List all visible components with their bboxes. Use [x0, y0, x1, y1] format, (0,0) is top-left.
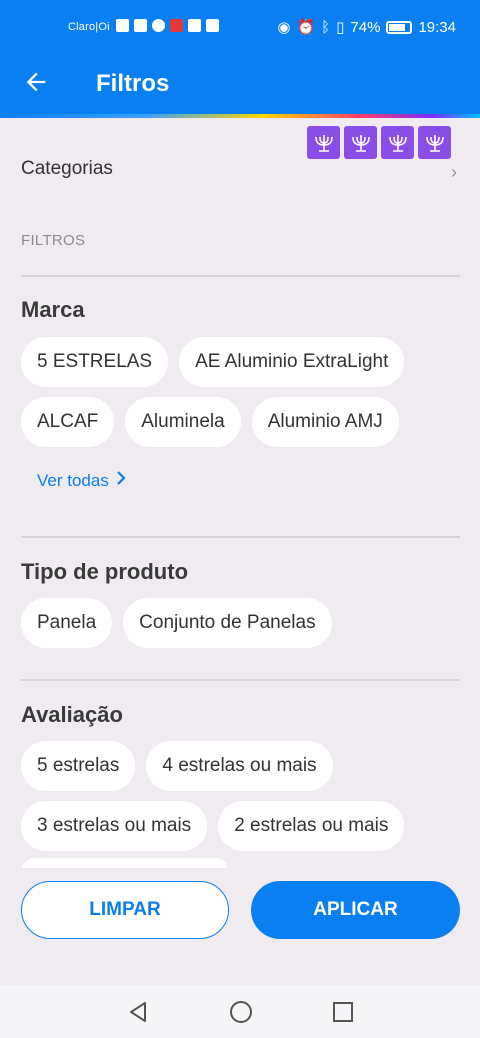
brand-chip[interactable]: ALCAF: [21, 397, 115, 447]
app-bar: Filtros: [0, 56, 480, 116]
menorah-icon: [344, 126, 377, 159]
rating-chip[interactable]: 5 estrelas: [21, 741, 136, 791]
product-type-chip[interactable]: Conjunto de Panelas: [123, 598, 332, 648]
top-bar: Claro|Oi ◉ ⏰ ᛒ ▯ 74% 19:34 Filtros: [0, 0, 480, 118]
sim-icon: [206, 19, 219, 32]
rating-chips-row-1: 5 estrelas 4 estrelas ou mais: [21, 741, 333, 791]
see-all-label: Ver todas: [37, 470, 109, 490]
see-all-brands-link[interactable]: Ver todas: [37, 470, 127, 491]
gallery-icon: [188, 19, 201, 32]
nav-recents-icon[interactable]: [330, 999, 356, 1025]
rating-chip[interactable]: 2 estrelas ou mais: [218, 801, 405, 851]
rating-chip[interactable]: 3 estrelas ou mais: [21, 801, 208, 851]
video-icon: [134, 19, 147, 32]
filters-caption: FILTROS: [21, 232, 86, 249]
clear-button[interactable]: LIMPAR: [21, 881, 229, 939]
rating-chip[interactable]: 4 estrelas ou mais: [146, 741, 333, 791]
notification-icons: [116, 19, 219, 32]
menorah-icon: [381, 126, 414, 159]
system-nav-bar: [0, 985, 480, 1038]
brand-chips-row-1: 5 ESTRELAS AE Aluminio ExtraLight: [21, 337, 405, 387]
apply-button[interactable]: APLICAR: [251, 881, 460, 939]
status-bar: Claro|Oi ◉ ⏰ ᛒ ▯ 74% 19:34: [0, 0, 480, 56]
action-bar: LIMPAR APLICAR: [0, 868, 480, 983]
battery-percent: 74%: [350, 18, 381, 36]
categories-label: Categorias: [21, 158, 113, 179]
categories-row[interactable]: Categorias ›: [21, 158, 461, 188]
mail-app-icon: [170, 19, 183, 32]
rating-chips-row-2: 3 estrelas ou mais 2 estrelas ou mais: [21, 801, 405, 851]
brand-chip[interactable]: AE Aluminio ExtraLight: [179, 337, 405, 387]
arrow-left-icon[interactable]: [22, 68, 54, 100]
nav-home-icon[interactable]: [228, 999, 254, 1025]
page-title: Filtros: [96, 70, 170, 97]
chevron-right-icon: [115, 470, 127, 491]
alarm-icon: ⏰: [296, 19, 316, 36]
menorah-icon: [418, 126, 451, 159]
brand-chip[interactable]: Aluminela: [125, 397, 241, 447]
rating-heading: Avaliação: [21, 702, 123, 727]
vibrate-icon: ▯: [336, 19, 345, 36]
brand-chips-row-2: ALCAF Aluminela Aluminio AMJ: [21, 397, 399, 447]
brand-chip[interactable]: Aluminio AMJ: [251, 397, 399, 447]
product-type-heading: Tipo de produto: [21, 559, 189, 584]
divider: [21, 536, 460, 538]
brand-heading: Marca: [21, 297, 85, 322]
battery-icon: [386, 20, 413, 34]
chevron-right-icon: ›: [451, 162, 457, 182]
menorah-badges: [307, 126, 451, 159]
divider: [21, 679, 460, 681]
status-right: ◉ ⏰ ᛒ ▯ 74% 19:34: [277, 18, 456, 37]
product-type-chips: Panela Conjunto de Panelas: [21, 598, 332, 648]
product-type-chip[interactable]: Panela: [21, 598, 113, 648]
bluetooth-icon: ᛒ: [321, 18, 331, 36]
signal-icon: [116, 19, 129, 32]
divider: [21, 275, 460, 277]
rainbow-stripe: [0, 114, 480, 118]
brand-chip[interactable]: 5 ESTRELAS: [21, 337, 169, 387]
menorah-icon: [307, 126, 340, 159]
nav-back-icon[interactable]: [125, 999, 151, 1025]
whatsapp-icon: [152, 19, 165, 32]
carrier-label: Claro|Oi: [68, 21, 110, 33]
eye-icon: ◉: [277, 19, 291, 36]
clock: 19:34: [418, 18, 456, 36]
